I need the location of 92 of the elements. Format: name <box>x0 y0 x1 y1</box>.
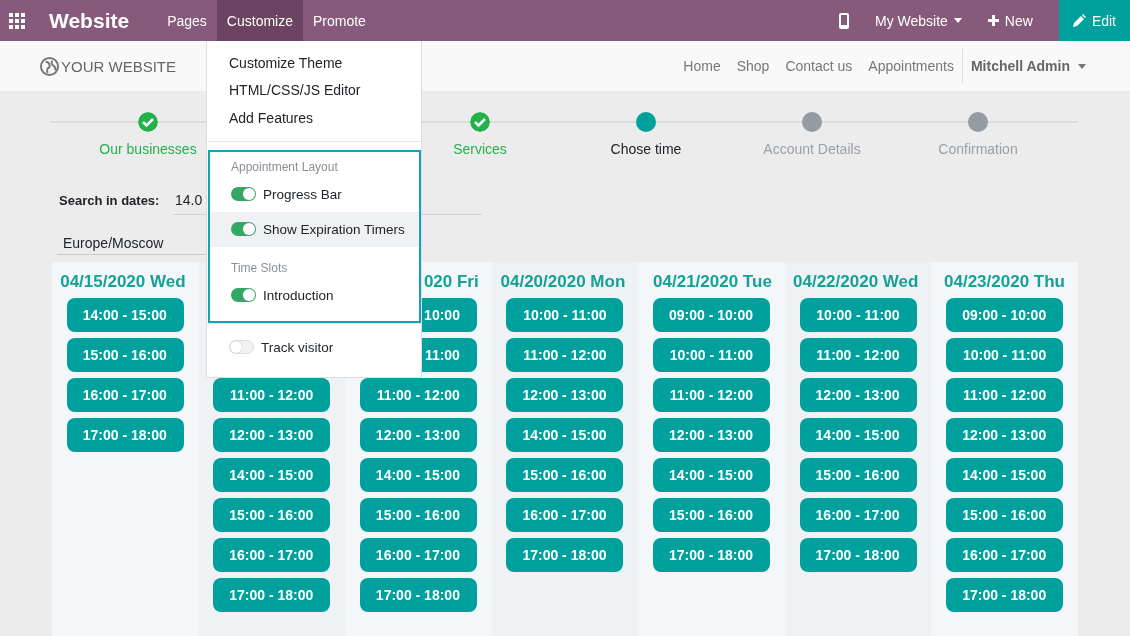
toggle-switch[interactable] <box>231 288 256 302</box>
app-title: Website <box>49 8 130 33</box>
mobile-icon[interactable] <box>839 12 849 29</box>
option-row[interactable]: Show Expiration Timers <box>210 211 419 247</box>
toggle-switch[interactable] <box>231 222 256 236</box>
time-slot-button[interactable]: 09:00 - 10:00 <box>946 298 1064 332</box>
time-slot-button[interactable]: 17:00 - 18:00 <box>799 538 917 572</box>
option-label: Progress Bar <box>263 186 342 202</box>
time-slot-button[interactable]: 09:00 - 10:00 <box>653 298 771 332</box>
time-slot-button[interactable]: 12:00 - 13:00 <box>213 418 331 452</box>
time-slot-button[interactable]: 17:00 - 18:00 <box>946 578 1064 612</box>
toggle-switch[interactable] <box>231 187 256 201</box>
time-slot-button[interactable]: 15:00 - 16:00 <box>213 498 331 532</box>
menu-item[interactable]: HTML/CSS/JS Editor <box>207 76 421 104</box>
time-slot-button[interactable]: 11:00 - 12:00 <box>506 338 624 372</box>
time-slot-button[interactable]: 15:00 - 16:00 <box>506 458 624 492</box>
time-slot-button[interactable]: 12:00 - 13:00 <box>359 418 477 452</box>
time-slot-button[interactable]: 12:00 - 13:00 <box>946 418 1064 452</box>
nav-link[interactable]: Appointments <box>868 58 954 74</box>
step-label: Chose time <box>610 141 682 157</box>
time-slot-button[interactable]: 10:00 - 11:00 <box>653 338 771 372</box>
apps-grid-icon[interactable] <box>9 12 25 29</box>
menu-item[interactable]: Add Features <box>207 104 421 132</box>
nav-link[interactable]: Contact us <box>785 58 853 74</box>
time-slot-button[interactable]: 10:00 - 11:00 <box>799 298 917 332</box>
user-menu[interactable]: Mitchell Admin <box>970 58 1086 74</box>
time-slot-button[interactable]: 11:00 - 12:00 <box>946 378 1064 412</box>
time-slot-button[interactable]: 16:00 - 17:00 <box>359 538 477 572</box>
time-slot-button[interactable]: 14:00 - 15:00 <box>359 458 477 492</box>
time-slot-button[interactable]: 16:00 - 17:00 <box>66 378 184 412</box>
time-slot-button[interactable]: 14:00 - 15:00 <box>506 418 624 452</box>
time-slot-button[interactable]: 14:00 - 15:00 <box>653 458 771 492</box>
menu-tab[interactable]: Customize <box>216 0 303 41</box>
nav-link[interactable]: Shop <box>736 58 770 74</box>
caret-icon <box>953 18 962 23</box>
website-selector[interactable]: My Website <box>875 12 962 29</box>
new-button[interactable]: New <box>987 12 1033 29</box>
time-slot-button[interactable]: 12:00 - 13:00 <box>653 418 771 452</box>
step-label: Our businesses <box>99 141 197 157</box>
time-slot-button[interactable]: 12:00 - 13:00 <box>799 378 917 412</box>
time-slot-button[interactable]: 15:00 - 16:00 <box>799 458 917 492</box>
time-slot-button[interactable]: 16:00 - 17:00 <box>946 538 1064 572</box>
step-label: Account Details <box>763 141 861 157</box>
time-slot-button[interactable]: 10:00 - 11:00 <box>506 298 624 332</box>
edit-button[interactable]: Edit <box>1058 0 1130 41</box>
time-slot-button[interactable]: 15:00 - 16:00 <box>66 338 184 372</box>
time-slot-button[interactable]: 10:00 - 11:00 <box>946 338 1064 372</box>
plus-icon <box>987 15 999 26</box>
time-slot-button[interactable]: 15:00 - 16:00 <box>653 498 771 532</box>
option-label: Introduction <box>263 287 334 303</box>
time-slot-button[interactable]: 11:00 - 12:00 <box>653 378 771 412</box>
day-header: 04/21/2020 Tue <box>653 272 772 291</box>
menu-item[interactable]: Customize Theme <box>207 49 421 77</box>
time-slot-button[interactable]: 14:00 - 15:00 <box>946 458 1064 492</box>
toggle-switch[interactable] <box>229 340 254 354</box>
time-slot-button[interactable]: 17:00 - 18:00 <box>359 578 477 612</box>
time-slot-button[interactable]: 17:00 - 18:00 <box>213 578 331 612</box>
site-logo[interactable]: YOUR WEBSITE <box>40 56 176 76</box>
section-title: Appointment Layout <box>230 158 339 176</box>
menu-tab[interactable]: Promote <box>303 0 376 41</box>
time-slot-button[interactable]: 11:00 - 12:00 <box>799 338 917 372</box>
pencil-icon <box>1072 14 1086 27</box>
nav-link[interactable]: Home <box>683 58 721 74</box>
time-slot-button[interactable]: 15:00 - 16:00 <box>359 498 477 532</box>
day-header: 04/22/2020 Wed <box>793 272 919 291</box>
search-label: Search in dates: <box>59 192 161 208</box>
option-label[interactable]: Track visitor <box>261 339 334 355</box>
step-label: Confirmation <box>938 141 1018 157</box>
day-header: 04/20/2020 Mon <box>500 272 626 291</box>
option-row[interactable]: Introduction <box>210 277 419 313</box>
time-slot-button[interactable]: 11:00 - 12:00 <box>359 378 477 412</box>
time-slot-button[interactable]: 17:00 - 18:00 <box>653 538 771 572</box>
time-slot-button[interactable]: 11:00 - 12:00 <box>213 378 331 412</box>
option-label: Show Expiration Timers <box>263 221 405 237</box>
time-slot-button[interactable]: 15:00 - 16:00 <box>946 498 1064 532</box>
day-header: 04/15/2020 Wed <box>60 272 186 291</box>
step-label: Services <box>453 141 507 157</box>
time-slot-button[interactable]: 14:00 - 15:00 <box>66 298 184 332</box>
time-slot-button[interactable]: 16:00 - 17:00 <box>799 498 917 532</box>
section-title: Time Slots <box>230 259 289 277</box>
time-slot-button[interactable]: 17:00 - 18:00 <box>66 418 184 452</box>
day-header: 020 Fri <box>423 272 479 291</box>
caret-icon <box>1078 63 1086 69</box>
option-row[interactable]: Progress Bar <box>210 176 419 212</box>
day-header: 04/23/2020 Thu <box>944 272 1065 291</box>
time-slot-button[interactable]: 14:00 - 15:00 <box>799 418 917 452</box>
time-slot-button[interactable]: 14:00 - 15:00 <box>213 458 331 492</box>
time-slot-button[interactable]: 17:00 - 18:00 <box>506 538 624 572</box>
time-slot-button[interactable]: 16:00 - 17:00 <box>213 538 331 572</box>
menu-tab[interactable]: Pages <box>157 0 217 41</box>
time-slot-button[interactable]: 16:00 - 17:00 <box>506 498 624 532</box>
time-slot-button[interactable]: 12:00 - 13:00 <box>506 378 624 412</box>
